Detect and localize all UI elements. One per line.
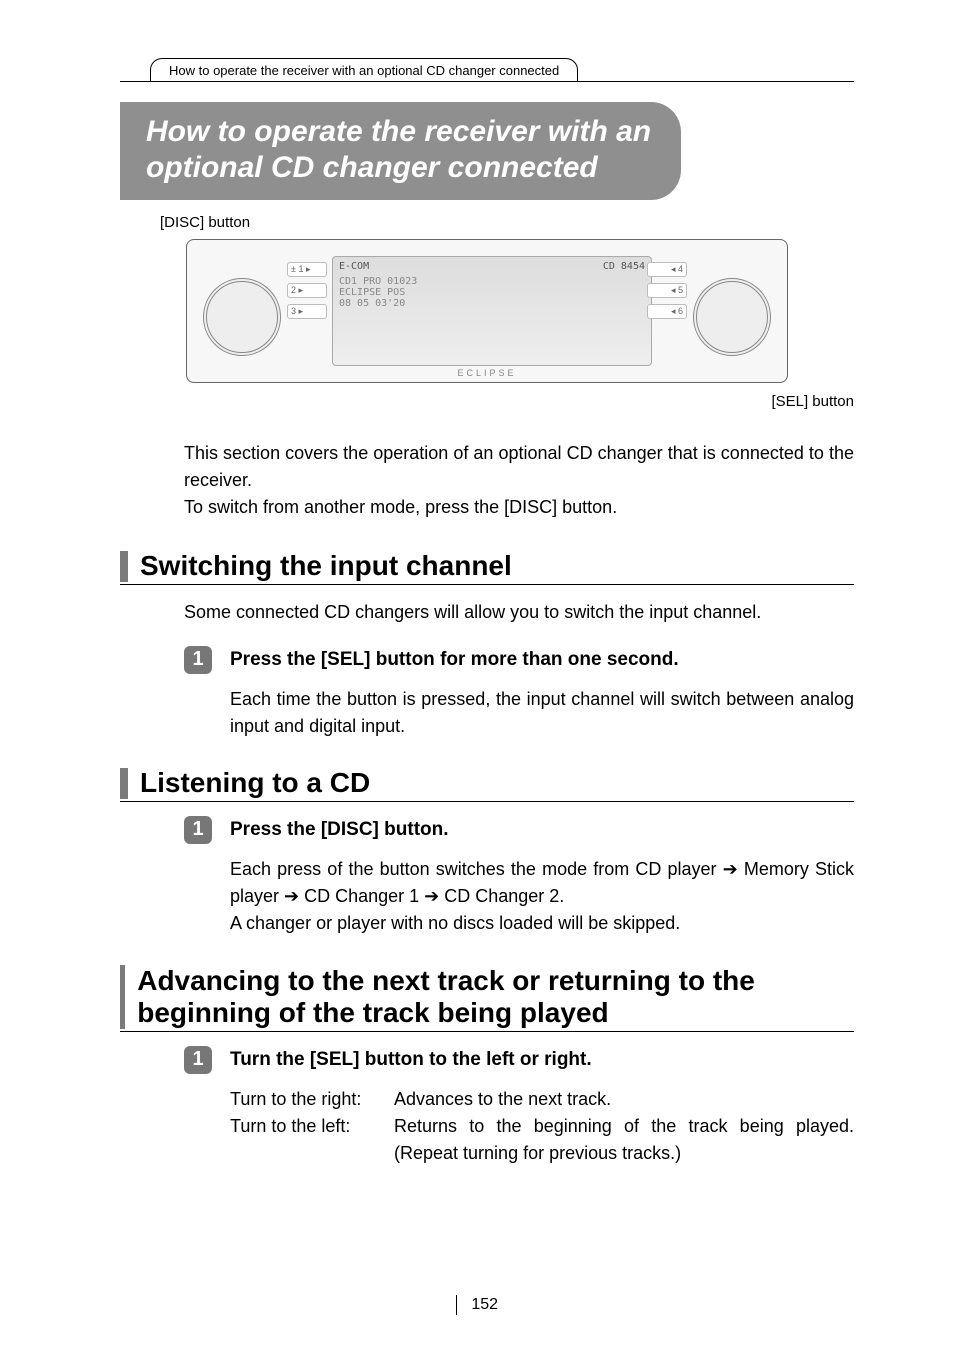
model-label: CD 8454 bbox=[603, 261, 645, 272]
section-heading-switching: Switching the input channel bbox=[120, 551, 854, 585]
turn-direction-table: Turn to the right: Advances to the next … bbox=[230, 1086, 854, 1167]
section-title-text: Listening to a CD bbox=[140, 768, 370, 799]
page-title-banner: How to operate the receiver with an opti… bbox=[120, 102, 681, 200]
breadcrumb-tab: How to operate the receiver with an opti… bbox=[150, 58, 578, 81]
turn-left-label: Turn to the left: bbox=[230, 1113, 388, 1167]
callout-sel-button: [SEL] button bbox=[120, 393, 854, 410]
receiver-lcd: E-COM CD 8454 CD1 PRO 01023 ECLIPSE POS … bbox=[332, 256, 652, 366]
right-preset-buttons: ◂ 4◂ 5◂ 6 bbox=[647, 262, 687, 325]
turn-left-text: Returns to the beginning of the track be… bbox=[394, 1113, 854, 1167]
lcd-line2: ECLIPSE POS bbox=[339, 287, 645, 298]
section-desc: Some connected CD changers will allow yo… bbox=[184, 599, 854, 626]
callout-disc-button: [DISC] button bbox=[160, 214, 854, 231]
step-number-badge: 1 bbox=[184, 1046, 212, 1074]
intro-text: This section covers the operation of an … bbox=[184, 440, 854, 521]
step-row: 1 Turn the [SEL] button to the left or r… bbox=[184, 1046, 854, 1074]
step-row: 1 Press the [SEL] button for more than o… bbox=[184, 646, 854, 674]
lcd-line1: CD1 PRO 01023 bbox=[339, 276, 645, 287]
section-accent-bar bbox=[120, 551, 128, 582]
turn-right-label: Turn to the right: bbox=[230, 1086, 388, 1113]
top-divider bbox=[120, 81, 854, 82]
receiver-diagram: ± 1 ▸2 ▸3 ▸ E-COM CD 8454 CD1 PRO 01023 … bbox=[186, 239, 788, 383]
page-title-line2: optional CD changer connected bbox=[146, 150, 651, 186]
section-heading-advancing: Advancing to the next track or returning… bbox=[120, 965, 854, 1032]
step-detail: Each press of the button switches the mo… bbox=[230, 856, 854, 937]
econ-logo: E-COM bbox=[339, 261, 369, 272]
turn-right-text: Advances to the next track. bbox=[394, 1086, 854, 1113]
step-instruction: Turn the [SEL] button to the left or rig… bbox=[230, 1046, 592, 1074]
page-number: 152 bbox=[0, 1295, 954, 1315]
step-detail: Each time the button is pressed, the inp… bbox=[230, 686, 854, 740]
section-heading-listening: Listening to a CD bbox=[120, 768, 854, 802]
step-number-badge: 1 bbox=[184, 646, 212, 674]
brand-footer: ECLIPSE bbox=[187, 368, 787, 378]
step-instruction: Press the [SEL] button for more than one… bbox=[230, 646, 679, 674]
section-title-text: Advancing to the next track or returning… bbox=[137, 965, 854, 1029]
right-knob-icon bbox=[693, 278, 771, 356]
section-accent-bar bbox=[120, 965, 125, 1029]
step-instruction: Press the [DISC] button. bbox=[230, 816, 449, 844]
left-knob-icon bbox=[203, 278, 281, 356]
lcd-line3: 08 05 03'20 bbox=[339, 298, 645, 309]
page-title-line1: How to operate the receiver with an bbox=[146, 114, 651, 150]
step-number-badge: 1 bbox=[184, 816, 212, 844]
step-row: 1 Press the [DISC] button. bbox=[184, 816, 854, 844]
section-accent-bar bbox=[120, 768, 128, 799]
section-title-text: Switching the input channel bbox=[140, 551, 512, 582]
left-preset-buttons: ± 1 ▸2 ▸3 ▸ bbox=[287, 262, 327, 325]
breadcrumb-text: How to operate the receiver with an opti… bbox=[169, 63, 559, 78]
